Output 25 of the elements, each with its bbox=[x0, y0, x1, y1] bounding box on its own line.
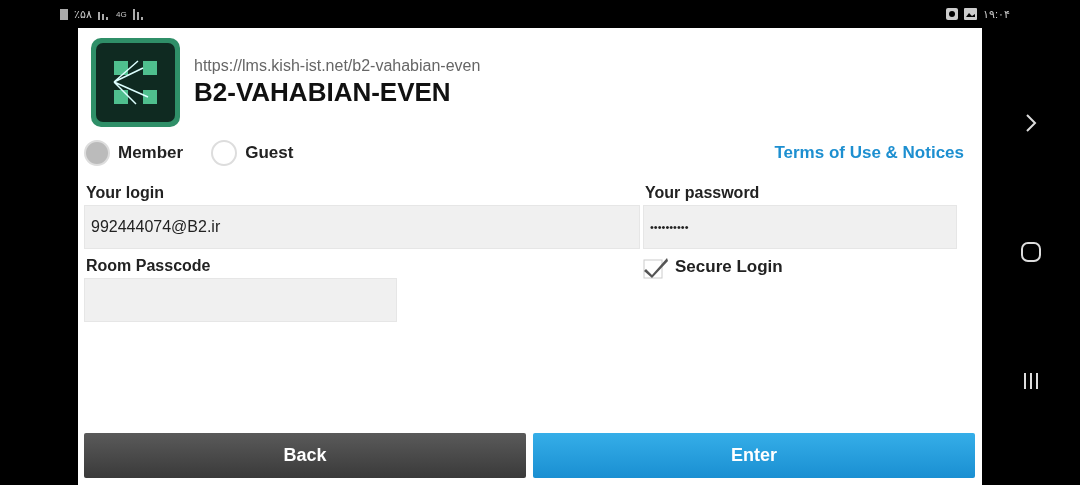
login-field[interactable]: 992444074@B2.ir bbox=[84, 205, 640, 249]
radio-label: Guest bbox=[245, 143, 294, 163]
chevron-right-icon[interactable] bbox=[1025, 112, 1037, 133]
radio-button[interactable] bbox=[211, 140, 238, 166]
field-label: Your login bbox=[85, 183, 165, 203]
home-icon[interactable] bbox=[1021, 242, 1041, 263]
field-label: Your password bbox=[644, 183, 761, 203]
checkbox-label: Secure Login bbox=[675, 257, 783, 277]
signal-icon bbox=[132, 8, 145, 20]
meeting-url: https://lms.kish-ist.net/b2-vahabian-even bbox=[194, 56, 481, 75]
radio-button[interactable] bbox=[84, 140, 110, 166]
clock: ۱۹:۰۴ bbox=[982, 7, 1010, 21]
terms-link[interactable]: Terms of Use & Notices bbox=[774, 143, 964, 163]
passcode-field[interactable] bbox=[84, 278, 397, 322]
battery-icon bbox=[60, 8, 68, 20]
camera-icon bbox=[945, 8, 958, 20]
back-button[interactable]: Back bbox=[84, 433, 526, 478]
recents-icon[interactable] bbox=[1022, 372, 1040, 391]
field-label: Room Passcode bbox=[85, 256, 212, 276]
network-type: 4G bbox=[116, 9, 127, 19]
battery-percent: ٪۵۸ bbox=[74, 7, 92, 21]
password-field[interactable]: •••••••••• bbox=[643, 205, 957, 249]
radio-label: Member bbox=[118, 143, 184, 163]
meeting-title: B2-VAHABIAN-EVEN bbox=[194, 76, 452, 108]
image-icon bbox=[963, 8, 977, 20]
